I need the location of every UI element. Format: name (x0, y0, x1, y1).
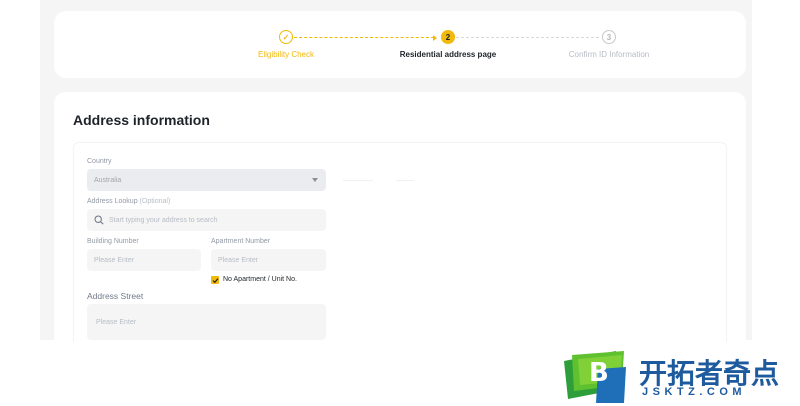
address-lookup-label: Address Lookup (Optional) (87, 198, 170, 205)
country-label: Country (87, 158, 112, 165)
svg-text:B: B (589, 358, 609, 388)
address-lookup-placeholder: Start typing your address to search (109, 216, 218, 224)
check-icon: ✓ (279, 30, 293, 44)
page-title: Address information (73, 112, 210, 128)
faint-divider (343, 180, 373, 181)
apartment-number-label: Apartment Number (211, 238, 271, 245)
search-icon (94, 215, 104, 225)
step-number: 3 (602, 30, 616, 44)
address-street-placeholder: Please Enter (96, 318, 137, 326)
building-number-placeholder: Please Enter (94, 256, 135, 264)
apartment-number-placeholder: Please Enter (218, 256, 259, 264)
no-apartment-label[interactable]: No Apartment / Unit No. (223, 276, 297, 283)
checkmark-icon (212, 277, 218, 283)
chevron-down-icon (312, 178, 318, 182)
step-number: 2 (441, 30, 455, 44)
faint-divider (396, 180, 414, 181)
address-lookup-label-text: Address Lookup (87, 198, 138, 205)
step-label: Confirm ID Information (568, 50, 650, 59)
building-number-input[interactable]: Please Enter (87, 249, 201, 271)
step-confirm-id[interactable]: 3 Confirm ID Information (509, 30, 709, 59)
progress-stepper: ✓ Eligibility Check 2 Residential addres… (54, 11, 746, 78)
optional-tag: (Optional) (139, 198, 171, 205)
country-select[interactable]: Australia (87, 169, 326, 191)
watermark-text-en: JSKTZ.COM (642, 386, 747, 398)
watermark-logo-icon: B (558, 349, 628, 404)
country-value: Australia (94, 176, 122, 184)
address-lookup-input[interactable]: Start typing your address to search (87, 209, 326, 231)
address-street-input[interactable]: Please Enter (87, 304, 326, 340)
address-street-label: Address Street (87, 291, 144, 301)
building-number-label: Building Number (87, 238, 139, 245)
no-apartment-checkbox[interactable] (211, 276, 219, 284)
apartment-number-input[interactable]: Please Enter (211, 249, 326, 271)
